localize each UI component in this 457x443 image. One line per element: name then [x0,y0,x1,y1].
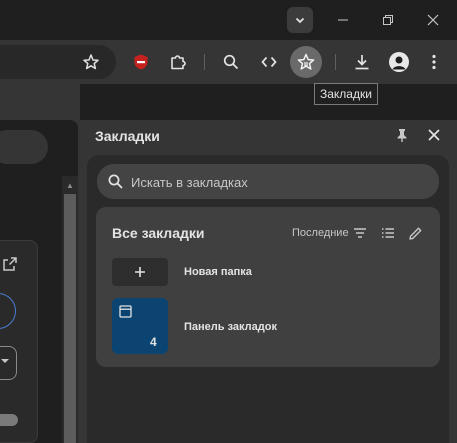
profile-avatar-icon [392,56,406,70]
sort-filter-icon[interactable] [353,227,367,239]
list-view-icon[interactable] [381,227,395,239]
bookmarks-panel-icon [297,53,315,70]
devtools-button[interactable] [257,50,281,74]
toolbar-divider [204,54,205,70]
browser-window: ▲ Закладки Искать в закладках Все заклад… [0,0,457,443]
edit-pencil-icon[interactable] [408,226,423,241]
more-menu-button[interactable] [422,50,446,74]
shield-extension-icon [134,54,148,70]
toggle-switch[interactable] [0,414,18,426]
close-icon[interactable] [426,127,442,143]
restore-icon [383,15,393,25]
chevron-down-icon [295,17,305,24]
downloads-button[interactable] [350,50,374,74]
pin-icon[interactable] [394,127,410,143]
code-icon [261,56,277,68]
close-window-icon [427,14,439,26]
open-external-icon[interactable] [2,256,18,272]
search-icon [223,54,239,70]
search-placeholder: Искать в закладках [131,175,248,190]
title-bar [0,0,457,40]
more-menu-icon [432,54,436,70]
toolbar [0,40,457,84]
all-bookmarks-title: Все закладки [112,225,205,241]
folder-item-count: 4 [150,335,157,349]
new-folder-label[interactable]: Новая папка [184,266,252,278]
bookmarks-bar-label[interactable]: Панель закладок [184,321,277,333]
bookmark-star-icon [83,54,99,70]
minimize-button[interactable] [333,10,353,30]
page-pill[interactable] [0,130,48,164]
search-icon [108,174,123,189]
minimize-icon [338,19,348,21]
side-panel-title: Закладки [95,128,160,144]
toolbar-divider [335,54,336,70]
tab-search-button[interactable] [287,7,313,33]
caret-down-icon [1,359,9,363]
new-folder-button[interactable] [112,258,168,286]
extensions-puzzle-icon [171,55,186,70]
scrollbar-thumb[interactable] [64,194,76,443]
bookmark-star-button[interactable] [79,50,103,74]
download-icon [355,55,369,70]
sort-order-button[interactable]: Последние [292,227,349,239]
restore-button[interactable] [378,10,398,30]
bookmarks-panel-button[interactable] [290,46,322,78]
plus-icon [135,267,145,277]
scroll-up-arrow-icon[interactable]: ▲ [64,180,76,190]
close-window-button[interactable] [423,10,443,30]
bookmarks-tooltip: Закладки [314,83,378,105]
shield-extension-button[interactable] [129,50,153,74]
search-tabs-button[interactable] [219,50,243,74]
bookmarks-bar-icon [119,305,132,318]
profile-button[interactable] [389,52,409,72]
extensions-button[interactable] [166,50,190,74]
